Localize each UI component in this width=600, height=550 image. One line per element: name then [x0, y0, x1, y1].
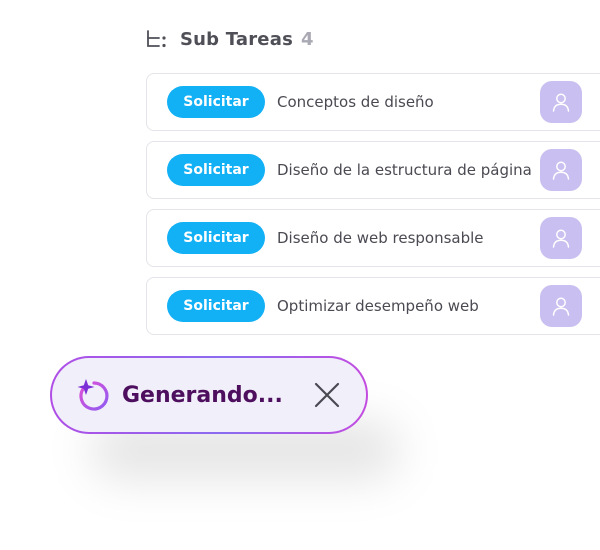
user-icon [552, 229, 570, 248]
subtask-name: Optimizar desempeño web [277, 297, 479, 315]
subtask-list: Solicitar Conceptos de diseño Solicitar … [146, 73, 600, 345]
assignee-avatar[interactable] [540, 285, 582, 327]
generating-label: Generando... [122, 382, 283, 408]
subtask-name: Diseño de la estructura de página [277, 161, 532, 179]
request-button[interactable]: Solicitar [167, 154, 265, 186]
subtask-name: Conceptos de diseño [277, 93, 434, 111]
generating-indicator: Generando... [50, 356, 368, 434]
request-button[interactable]: Solicitar [167, 222, 265, 254]
subtasks-count-badge: 4 [300, 28, 314, 50]
sparkle-refresh-icon [77, 379, 109, 411]
subtask-row: Solicitar Diseño de web responsable [146, 209, 600, 267]
generating-indicator-body: Generando... [52, 358, 366, 432]
subtask-name: Diseño de web responsable [277, 229, 484, 247]
close-button[interactable] [310, 378, 344, 412]
user-icon [552, 161, 570, 180]
request-button[interactable]: Solicitar [167, 86, 265, 118]
user-icon [552, 93, 570, 112]
user-icon [552, 297, 570, 316]
subtask-row: Solicitar Diseño de la estructura de pág… [146, 141, 600, 199]
subtasks-panel: Sub Tareas 4 Solicitar Conceptos de dise… [0, 0, 600, 550]
subtask-row: Solicitar Optimizar desempeño web [146, 277, 600, 335]
subtask-row: Solicitar Conceptos de diseño [146, 73, 600, 131]
close-icon [314, 382, 340, 408]
assignee-avatar[interactable] [540, 81, 582, 123]
subtasks-title: Sub Tareas [180, 28, 293, 50]
assignee-avatar[interactable] [540, 149, 582, 191]
subtasks-icon [147, 30, 166, 48]
assignee-avatar[interactable] [540, 217, 582, 259]
request-button[interactable]: Solicitar [167, 290, 265, 322]
subtasks-header: Sub Tareas 4 [146, 24, 314, 54]
